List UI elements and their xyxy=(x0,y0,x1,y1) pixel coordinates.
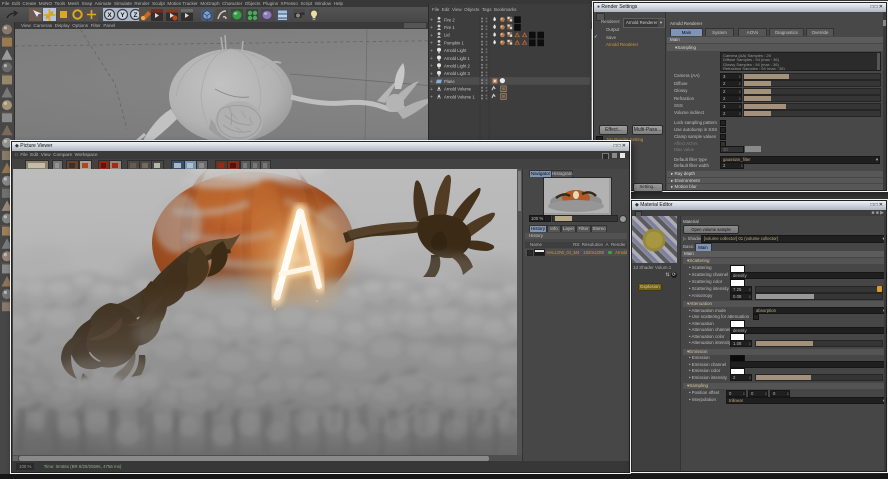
svg-text:+: + xyxy=(430,95,433,101)
svg-text:+: + xyxy=(430,64,433,70)
svg-text:+: + xyxy=(430,33,433,39)
svg-text:Fire 1: Fire 1 xyxy=(444,25,455,30)
svg-text:+: + xyxy=(430,41,433,47)
svg-text:Arnold Volume 1: Arnold Volume 1 xyxy=(444,94,475,99)
svg-text:+: + xyxy=(430,48,433,54)
svg-text:+: + xyxy=(430,79,433,85)
svg-text:Pumpkin 1: Pumpkin 1 xyxy=(444,40,464,45)
svg-text:Fire 2: Fire 2 xyxy=(444,17,455,22)
svg-text:+: + xyxy=(430,56,433,62)
svg-text:Z: Z xyxy=(134,12,138,19)
svg-text:+: + xyxy=(430,71,433,77)
svg-text:Arnold Volume: Arnold Volume xyxy=(444,87,472,92)
svg-text:Arnold Light 2: Arnold Light 2 xyxy=(444,64,471,69)
svg-text:Arnold Light 3: Arnold Light 3 xyxy=(444,71,471,76)
svg-text:Arnold Light: Arnold Light xyxy=(444,48,467,53)
svg-text:Lid: Lid xyxy=(444,33,450,38)
svg-text:X: X xyxy=(107,12,112,19)
svg-text:+: + xyxy=(430,87,433,93)
svg-text:Y: Y xyxy=(120,12,125,19)
svg-text:Arnold Light 1: Arnold Light 1 xyxy=(444,56,471,61)
svg-text:+: + xyxy=(430,25,433,31)
svg-text:Plane: Plane xyxy=(444,79,455,84)
svg-text:+: + xyxy=(430,18,433,24)
